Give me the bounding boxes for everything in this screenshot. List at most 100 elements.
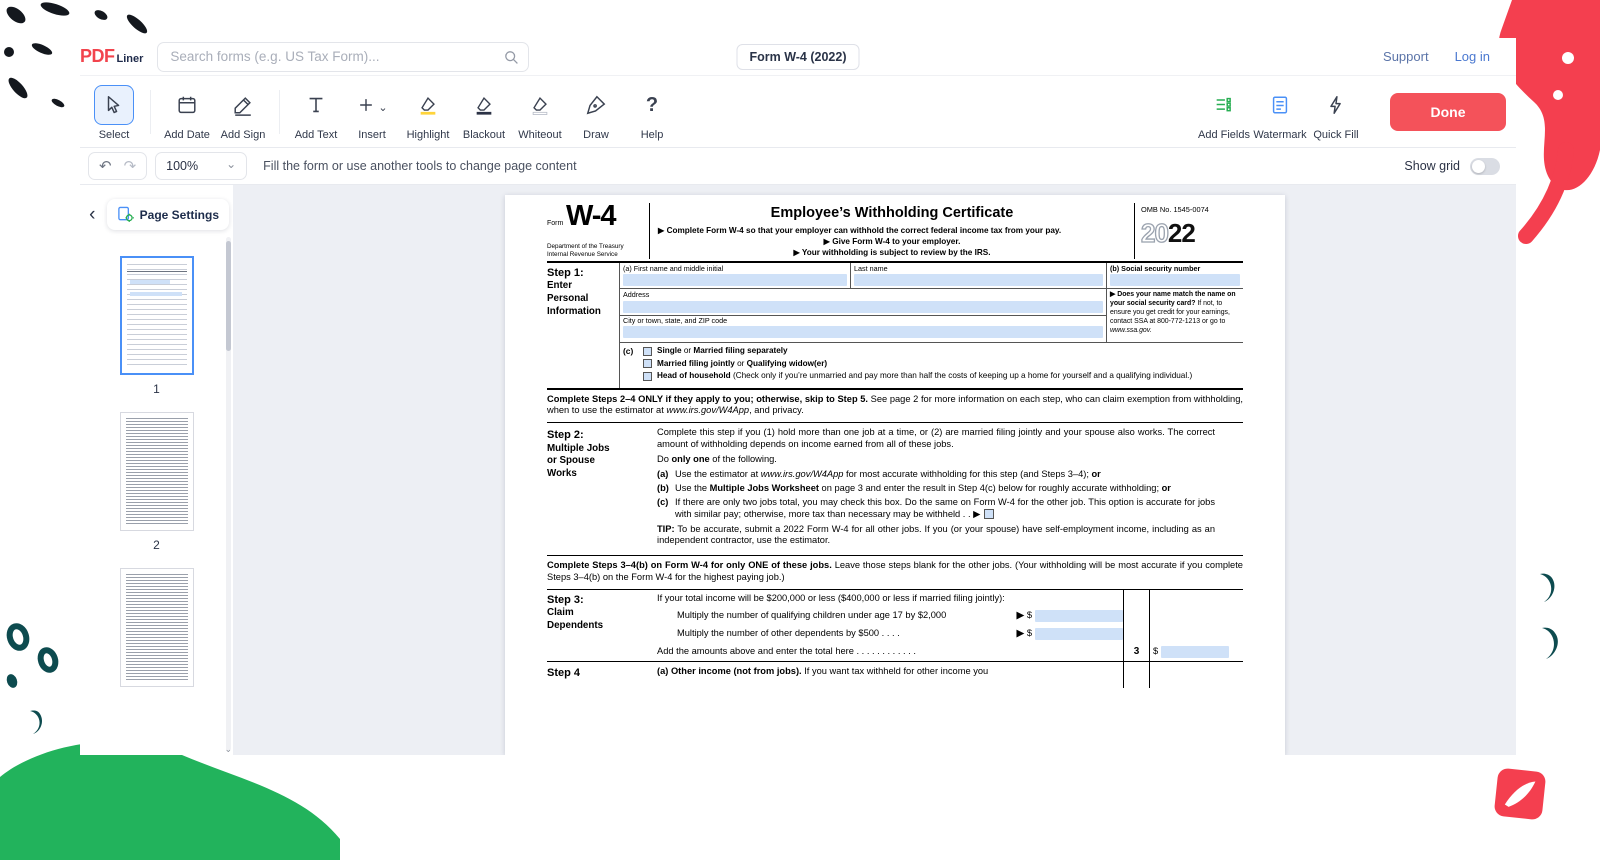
search-icon[interactable]	[503, 49, 519, 65]
filing-status-option: Head of household (Check only if you’re …	[643, 371, 1240, 382]
select-tool-button[interactable]: Select	[86, 83, 142, 141]
sidebar-scrollbar[interactable]	[226, 237, 231, 751]
done-button[interactable]: Done	[1390, 93, 1506, 131]
step3-total-cell: $	[1149, 643, 1243, 662]
draw-button[interactable]: Draw	[568, 83, 624, 141]
married-jointly-checkbox[interactable]	[643, 359, 652, 368]
ssa-gov-link: www.ssa.gov.	[1110, 327, 1152, 334]
step3-intro: If your total income will be $200,000 or…	[657, 590, 1123, 607]
show-grid-group: Show grid	[1404, 158, 1508, 175]
step3-row-number: 3	[1123, 643, 1149, 662]
step1-sublabel: Personal	[547, 293, 619, 306]
decor-teal-commas-right	[1524, 572, 1574, 672]
step3-line-col	[1123, 590, 1149, 607]
form-number: W-4	[566, 200, 616, 232]
pdfliner-logo[interactable]: PDF Liner	[80, 46, 143, 67]
undo-icon[interactable]: ↶	[99, 159, 112, 174]
question-icon: ?	[632, 85, 672, 125]
add-text-button[interactable]: Add Text	[288, 83, 344, 141]
highlight-button[interactable]: Highlight	[400, 83, 456, 141]
redo-icon[interactable]: ↷	[124, 159, 137, 174]
scrollbar-thumb[interactable]	[226, 241, 231, 351]
page-number: 1	[153, 382, 160, 396]
dept-line1: Department of the Treasury	[547, 243, 645, 251]
zoom-dropdown[interactable]: 100% ⌄	[155, 152, 247, 180]
form-fields-icon	[1204, 85, 1244, 125]
other-dependents-amount-field[interactable]	[1035, 628, 1123, 640]
add-sign-button[interactable]: Add Sign	[215, 83, 271, 141]
step2-do-only-one: Do only one of the following.	[657, 454, 1215, 466]
whiteout-marker-icon	[520, 85, 560, 125]
single-checkbox[interactable]	[643, 347, 652, 356]
toolbar-divider	[279, 90, 280, 134]
collapse-sidebar-button[interactable]: ‹	[84, 203, 101, 227]
qualifying-children-amount-field[interactable]	[1035, 610, 1123, 622]
ssn-field[interactable]	[1110, 274, 1240, 286]
blackout-button[interactable]: Blackout	[456, 83, 512, 141]
insert-button[interactable]: ⌄ Insert	[344, 83, 400, 141]
thumb-preview	[126, 574, 188, 681]
login-link[interactable]: Log in	[1455, 49, 1490, 64]
highlighter-icon	[408, 85, 448, 125]
step1-label: Step 1:	[547, 266, 619, 280]
head-of-household-checkbox[interactable]	[643, 372, 652, 381]
secondary-toolbar: ↶ ↷ 100% ⌄ Fill the form or use another …	[80, 148, 1516, 185]
decor-teal-doodles-left	[0, 615, 80, 755]
support-link[interactable]: Support	[1383, 49, 1429, 64]
step3-total-field[interactable]	[1161, 646, 1229, 658]
last-name-field[interactable]	[854, 274, 1103, 286]
calendar-icon	[167, 85, 207, 125]
step3-label: Step 3:	[547, 593, 657, 607]
city-field[interactable]	[623, 326, 1103, 338]
page-number: 2	[153, 538, 160, 552]
two-jobs-checkbox[interactable]	[984, 509, 994, 519]
document-title-badge: Form W-4 (2022)	[737, 44, 860, 70]
pdf-file-icon	[1492, 766, 1550, 824]
step4-other-income: (a) Other income (not from jobs). If you…	[657, 662, 1123, 688]
first-name-field[interactable]	[623, 274, 847, 286]
quick-fill-button[interactable]: Quick Fill	[1308, 83, 1364, 141]
page-thumbnail-1[interactable]	[120, 256, 194, 375]
step3-line-col	[1123, 625, 1149, 643]
add-date-button[interactable]: Add Date	[159, 83, 215, 141]
pages-sidebar: ‹ Page Settings	[80, 185, 233, 755]
toolbar-right-group: Add Fields Watermark Quick Fill Done	[1196, 83, 1510, 141]
toggle-knob	[1472, 160, 1485, 173]
cursor-icon	[94, 85, 134, 125]
step2-tip: TIP: To be accurate, submit a 2022 Form …	[657, 524, 1215, 548]
whiteout-button[interactable]: Whiteout	[512, 83, 568, 141]
text-icon	[296, 85, 336, 125]
first-name-label: (a) First name and middle initial	[623, 264, 847, 273]
c-label: (c)	[623, 346, 643, 384]
toolbar-divider	[150, 90, 151, 134]
last-name-label: Last name	[854, 264, 1103, 273]
scroll-down-arrow[interactable]: ⌄	[224, 744, 232, 755]
plus-icon	[356, 95, 376, 115]
step2-section: Step 2: Multiple Jobs or Spouse Works Co…	[547, 423, 1243, 556]
help-button[interactable]: ? Help	[624, 83, 680, 141]
step2-sublabel: Multiple Jobs	[547, 443, 657, 456]
address-field[interactable]	[623, 301, 1103, 313]
watermark-button[interactable]: Watermark	[1252, 83, 1308, 141]
thumb-preview	[126, 418, 188, 525]
page-thumbnail-3[interactable]	[120, 568, 194, 687]
search-input[interactable]	[157, 42, 529, 72]
form-word: Form	[547, 220, 563, 227]
steps-2-4-note: Complete Steps 2–4 ONLY if they apply to…	[547, 390, 1243, 424]
city-label: City or town, state, and ZIP code	[623, 316, 1103, 325]
w4-form-page: Form W-4 Department of the Treasury Inte…	[505, 195, 1285, 755]
add-fields-button[interactable]: Add Fields	[1196, 83, 1252, 141]
page-thumbnail-2[interactable]	[120, 412, 194, 531]
step1-sublabel: Information	[547, 306, 619, 319]
show-grid-toggle[interactable]	[1470, 158, 1500, 175]
logo-pdf-text: PDF	[80, 46, 115, 67]
omb-number: OMB No. 1545-0074	[1141, 203, 1243, 214]
form-year: 2022	[1141, 220, 1243, 246]
form-title: Employee’s Withholding Certificate	[658, 204, 1126, 223]
form-instruction: ▶ Complete Form W-4 so that your employe…	[658, 225, 1126, 236]
signature-pen-icon	[223, 85, 263, 125]
page-settings-button[interactable]: Page Settings	[107, 199, 229, 230]
undo-redo-group: ↶ ↷	[88, 152, 147, 180]
filing-status-row: (c) Single or Married filing separately …	[620, 342, 1243, 388]
step3-amount-col	[1149, 607, 1243, 625]
